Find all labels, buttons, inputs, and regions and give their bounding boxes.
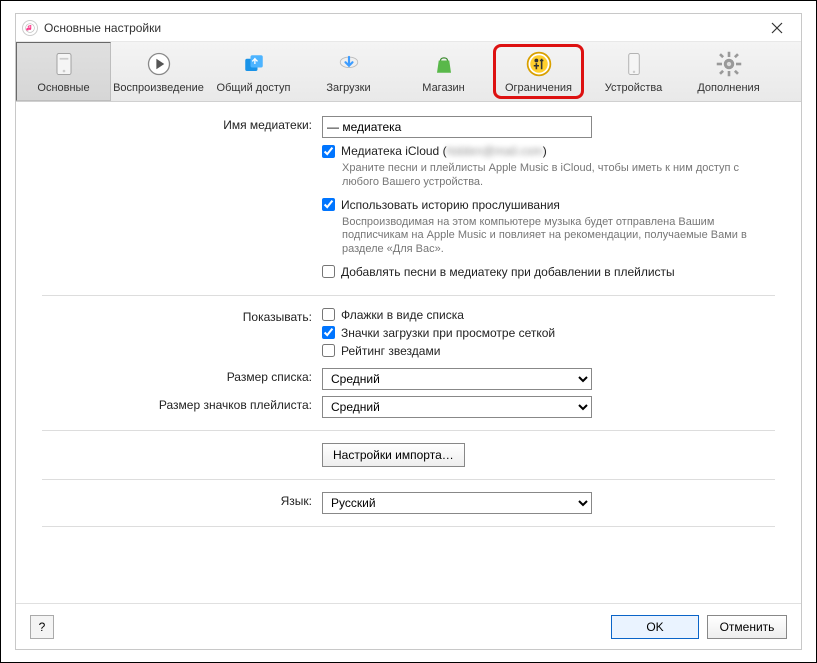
tab-downloads[interactable]: Загрузки (301, 42, 396, 101)
tab-sharing[interactable]: Общий доступ (206, 42, 301, 101)
icloud-library-note: Храните песни и плейлисты Apple Music в … (342, 162, 772, 190)
general-icon (49, 49, 79, 79)
tab-general[interactable]: Основные (16, 42, 111, 101)
tab-label: Воспроизведение (113, 82, 204, 94)
store-icon (429, 49, 459, 79)
dlicons-checkbox[interactable] (322, 326, 335, 339)
sharing-icon (239, 49, 269, 79)
tab-label: Магазин (422, 82, 464, 94)
downloads-icon (334, 49, 364, 79)
library-name-label: Имя медиатеки: (42, 116, 322, 283)
separator (42, 479, 775, 480)
tab-label: Общий доступ (217, 82, 291, 94)
tab-label: Устройства (605, 82, 663, 94)
tab-label: Дополнения (697, 82, 759, 94)
tab-label: Ограничения (505, 82, 572, 94)
language-label: Язык: (42, 492, 322, 514)
dlicons-label: Значки загрузки при просмотре сеткой (341, 326, 555, 340)
list-size-select[interactable]: Средний (322, 368, 592, 390)
add-playlist-checkbox[interactable] (322, 265, 335, 278)
window-title: Основные настройки (44, 21, 161, 35)
list-size-label: Размер списка: (42, 368, 322, 390)
app-icon (22, 20, 38, 36)
separator (42, 295, 775, 296)
stars-checkbox[interactable] (322, 344, 335, 357)
tab-devices[interactable]: Устройства (586, 42, 681, 101)
tab-restrictions[interactable]: Ограничения (491, 42, 586, 101)
restrictions-icon (524, 49, 554, 79)
footer: ? OK Отменить (16, 603, 801, 649)
history-note: Воспроизводимая на этом компьютере музык… (342, 216, 772, 257)
show-label: Показывать: (42, 308, 322, 362)
separator (42, 430, 775, 431)
history-checkbox[interactable] (322, 198, 335, 211)
stars-label: Рейтинг звездами (341, 344, 440, 358)
play-icon (144, 49, 174, 79)
tab-playback[interactable]: Воспроизведение (111, 42, 206, 101)
help-button[interactable]: ? (30, 615, 54, 639)
playlist-icon-size-label: Размер значков плейлиста: (42, 396, 322, 418)
separator (42, 526, 775, 527)
flags-label: Флажки в виде списка (341, 308, 464, 322)
flags-checkbox[interactable] (322, 308, 335, 321)
toolbar: Основные Воспроизведение Общий доступ За… (16, 42, 801, 102)
close-icon[interactable] (759, 14, 795, 42)
devices-icon (619, 49, 649, 79)
language-select[interactable]: Русский (322, 492, 592, 514)
gear-icon (714, 49, 744, 79)
content-pane: Имя медиатеки: Медиатека iCloud (hidden@… (16, 102, 801, 603)
icloud-library-label: Медиатека iCloud (hidden@mail.com) (341, 144, 547, 158)
ok-button[interactable]: OK (611, 615, 699, 639)
playlist-icon-size-select[interactable]: Средний (322, 396, 592, 418)
tab-store[interactable]: Магазин (396, 42, 491, 101)
cancel-button[interactable]: Отменить (707, 615, 787, 639)
history-label: Использовать историю прослушивания (341, 198, 560, 212)
library-name-input[interactable] (322, 116, 592, 138)
tab-label: Основные (37, 82, 89, 94)
add-playlist-label: Добавлять песни в медиатеку при добавлен… (341, 265, 675, 279)
titlebar: Основные настройки (16, 14, 801, 42)
import-settings-button[interactable]: Настройки импорта… (322, 443, 465, 467)
tab-advanced[interactable]: Дополнения (681, 42, 776, 101)
icloud-library-checkbox[interactable] (322, 145, 335, 158)
tab-label: Загрузки (326, 82, 370, 94)
